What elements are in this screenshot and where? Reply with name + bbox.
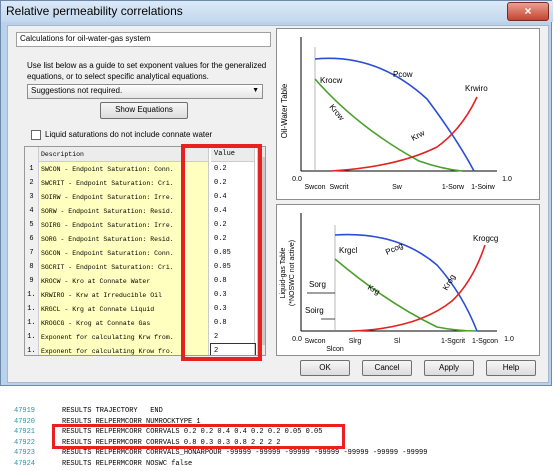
lg-tick-swcon: Swcon — [304, 338, 325, 345]
ow-tick-1-sorw: 1-Sorw — [442, 184, 465, 191]
lg-tick-0: 0.0 — [292, 336, 302, 343]
lg-tick-1-sgcrit: 1-Sgcrit — [441, 338, 465, 345]
row-number: 1. — [25, 344, 39, 355]
line-number: 47921 — [14, 428, 36, 436]
lg-label-sorg: Sorg — [309, 280, 326, 289]
ow-tick-sw: Sw — [392, 184, 403, 191]
line-text: RESULTS TRAJECTORY END — [62, 407, 163, 415]
lg-krg-curve — [334, 258, 478, 332]
lg-label-pcog: Pcog — [384, 241, 404, 257]
window-title: Relative permeability correlations — [6, 4, 183, 18]
show-equations-button[interactable]: Show Equations — [100, 102, 188, 119]
ow-label-pcow: Pcow — [393, 70, 413, 79]
ow-tick-0: 0.0 — [292, 176, 302, 183]
help-button[interactable]: Help — [486, 360, 536, 376]
lg-label-krg: Krg — [366, 283, 381, 297]
grid-corner — [25, 147, 39, 163]
ok-button[interactable]: OK — [300, 360, 350, 376]
instructions-text: Use list below as a guide to set exponen… — [27, 61, 267, 81]
lg-tick-slcon: Slcon — [326, 346, 344, 353]
line-number: 47922 — [14, 438, 36, 447]
liquid-gas-plot: Liquid-gas Table (*NOSWC not active) Krg… — [276, 204, 540, 356]
oil-water-chart: Oil-Water Table Krocw Pcow Krwiro Krow K… — [280, 37, 512, 191]
code-line: 47923 RESULTS RELPERMCORR CORRVALS_HONARP… — [0, 448, 554, 459]
cancel-button[interactable]: Cancel — [362, 360, 412, 376]
ow-ylabel: Oil-Water Table — [280, 83, 289, 138]
code-line: 47919 RESULTS TRAJECTORY END — [0, 406, 554, 417]
line-text: RESULTS RELPERMCORR CORRVALS_HONARPOUR -… — [62, 449, 428, 457]
title-bar: Relative permeability correlations × — [1, 1, 553, 22]
lg-tick-slrg: Slrg — [349, 338, 362, 345]
lg-ylabel: Liquid-gas Table — [280, 247, 287, 298]
suggestion-combo[interactable]: Suggestions not required. ▼ — [27, 84, 263, 99]
liquid-gas-chart: Liquid-gas Table (*NOSWC not active) Krg… — [280, 213, 514, 353]
value-column-highlight — [181, 144, 262, 361]
checkbox-box[interactable] — [31, 130, 41, 140]
lg-tick-1: 1.0 — [504, 336, 514, 343]
ow-krow-curve — [314, 78, 463, 172]
ow-tick-swcrit: Swcrit — [329, 184, 348, 191]
liquid-saturation-checkbox[interactable]: Liquid saturations do not include connat… — [31, 130, 212, 140]
apply-button[interactable]: Apply — [424, 360, 474, 376]
line-number: 47920 — [14, 417, 36, 426]
lg-ylabel-2: (*NOSWC not active) — [289, 240, 296, 306]
line-number: 47919 — [14, 407, 36, 415]
oil-water-plot: Oil-Water Table Krocw Pcow Krwiro Krow K… — [276, 28, 540, 200]
lg-label-krgcl: Krgcl — [339, 246, 357, 255]
lg-tick-sl: Sl — [394, 338, 401, 345]
ow-label-krocw: Krocw — [320, 76, 342, 85]
system-description: Calculations for oil-water-gas system — [16, 32, 271, 47]
ow-label-krow: Krow — [327, 103, 346, 123]
line-text: RESULTS RELPERMCORR NOSWC false — [62, 459, 193, 468]
close-button[interactable]: × — [507, 2, 549, 21]
line-number: 47924 — [14, 459, 36, 468]
ow-tick-1-soirw: 1-Soirw — [471, 184, 496, 191]
ow-label-krwiro: Krwiro — [465, 84, 488, 93]
suggestion-combo-value: Suggestions not required. — [31, 86, 123, 95]
liquid-saturation-label: Liquid saturations do not include connat… — [45, 130, 213, 140]
corrvals-highlight — [52, 424, 345, 449]
ow-tick-1: 1.0 — [502, 176, 512, 183]
line-number: 47923 — [14, 449, 36, 457]
lg-tick-1-sgcon: 1-Sgcon — [472, 338, 498, 345]
lg-label-krogcg: Krogcg — [473, 234, 498, 243]
ow-label-krw: Krw — [410, 128, 427, 143]
chevron-down-icon: ▼ — [252, 87, 259, 94]
ow-tick-swcon: Swcon — [304, 184, 325, 191]
lg-label-soirg: Soirg — [305, 306, 324, 315]
ow-krw-curve — [330, 96, 478, 172]
code-line: 47924 RESULTS RELPERMCORR NOSWC false — [0, 459, 554, 470]
